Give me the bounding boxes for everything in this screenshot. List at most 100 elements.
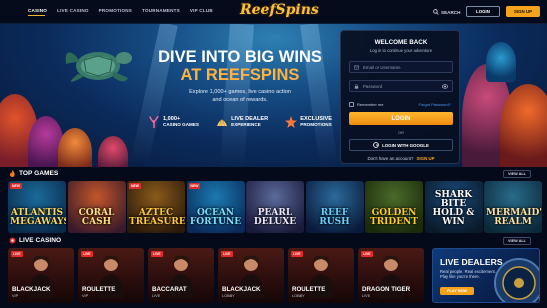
game-tile[interactable]: SHARK BITE HOLD & WIN <box>424 181 483 233</box>
live-badge: LIVE <box>151 251 163 257</box>
live-badge: LIVE <box>11 251 23 257</box>
live-badge: LIVE <box>361 251 373 257</box>
fish-decoration <box>486 42 516 82</box>
live-table-card[interactable]: LIVE DRAGON TIGER LIVE <box>358 248 424 303</box>
game-title: GOLDEN TRIDENT <box>370 208 418 227</box>
top-games-title: TOP GAMES <box>9 170 58 177</box>
game-title: AZTEC TREASURE <box>129 208 185 227</box>
search-label: SEARCH <box>441 9 461 15</box>
live-table-card[interactable]: LIVE BACCARAT LIVE <box>148 248 214 303</box>
live-table-card[interactable]: LIVE ROULETTE VIP <box>78 248 144 303</box>
feature-live-line2: EXPERIENCE <box>231 122 261 127</box>
feature-promotions: EXCLUSIVE PROMOTIONS <box>285 116 332 128</box>
game-title: ATLANTIS MEGAWAYS <box>10 208 66 227</box>
live-badge: LIVE <box>221 251 233 257</box>
game-tile[interactable]: GOLDEN TRIDENT <box>365 181 423 233</box>
game-tile[interactable]: NEW OCEAN FORTUNE <box>186 181 245 233</box>
nav-promotions[interactable]: PROMOTIONS <box>99 8 132 13</box>
nav-casino[interactable]: CASINO <box>28 8 47 13</box>
game-title: OCEAN FORTUNE <box>189 208 242 227</box>
live-table-name: BACCARAT <box>152 286 187 293</box>
hero-subtitle-line1: Explore 1,000+ games, live casino action <box>189 89 291 95</box>
checkbox-box[interactable] <box>349 102 354 107</box>
live-badge: LIVE <box>291 251 303 257</box>
game-tile[interactable]: PEARL DELUXE <box>246 181 304 233</box>
live-casino-view-all[interactable]: VIEW ALL <box>503 237 531 245</box>
top-games-label: TOP GAMES <box>19 170 59 177</box>
live-table-sub: LOBBY <box>222 294 235 298</box>
game-tile[interactable]: MERMAID'S REALM <box>484 181 542 233</box>
live-dealers-promo[interactable]: LIVE DEALERS Real people. Real excitemen… <box>432 248 540 303</box>
live-table-sub: LIVE <box>152 294 161 298</box>
google-icon <box>373 142 379 148</box>
coral-decoration <box>98 136 128 167</box>
or-divider: OR <box>398 130 404 135</box>
forgot-password-link[interactable]: Forgot Password? <box>419 102 451 107</box>
hero-title: DIVE INTO BIG WINS AT REEFSPINS <box>145 48 335 84</box>
feature-games: 1,000+ CASINO GAMES <box>148 116 199 128</box>
game-tile[interactable]: NEW ATLANTIS MEGAWAYS <box>8 181 66 233</box>
live-table-card[interactable]: LIVE ROULETTE LOBBY <box>288 248 354 303</box>
top-games-row: NEW ATLANTIS MEGAWAYS CORAL CASH NEW AZTEC T… <box>8 181 547 233</box>
live-table-name: BLACKJACK <box>12 286 51 293</box>
live-table-card[interactable]: LIVE BLACKJACK VIP <box>8 248 74 303</box>
remember-me-checkbox[interactable]: Remember me <box>349 102 383 107</box>
game-title: SHARK BITE HOLD & WIN <box>432 190 475 227</box>
live-badge: LIVE <box>81 251 93 257</box>
promo-subtitle: Real people. Real excitement. Play like … <box>440 269 496 280</box>
coral-icon <box>149 116 159 128</box>
hero-subtitle: Explore 1,000+ games, live casino action… <box>166 89 314 104</box>
live-table-sub: VIP <box>82 294 89 298</box>
google-login-button[interactable]: LOGIN WITH GOOGLE <box>349 139 453 151</box>
mail-icon <box>354 65 359 70</box>
live-casino-title: LIVE CASINO <box>9 237 61 244</box>
password-placeholder: Password <box>363 83 383 89</box>
game-title: CORAL CASH <box>78 208 115 227</box>
live-table-name: DRAGON TIGER <box>362 286 411 293</box>
game-title: PEARL DELUXE <box>253 208 297 227</box>
password-field[interactable]: Password <box>349 80 453 92</box>
coral-decoration <box>58 128 92 167</box>
live-table-sub: LIVE <box>362 294 371 298</box>
nav-tournaments[interactable]: TOURNAMENTS <box>142 8 180 13</box>
game-tile[interactable]: NEW AZTEC TREASURE <box>127 181 185 233</box>
promo-title: LIVE DEALERS <box>440 257 503 267</box>
live-table-name: ROULETTE <box>82 286 116 293</box>
login-card: WELCOME BACK Log in to continue your adv… <box>340 30 460 164</box>
search-icon <box>433 9 439 15</box>
signup-link[interactable]: SIGN UP <box>416 156 434 161</box>
fire-icon <box>10 170 15 177</box>
coral-decoration <box>500 84 547 167</box>
hero-title-line2: AT REEFSPINS <box>180 66 300 84</box>
hero-subtitle-line2: and ocean of rewards. <box>212 96 268 103</box>
live-dot-icon <box>9 237 16 244</box>
site-header: CASINO LIVE CASINO PROMOTIONS TOURNAMENT… <box>0 0 547 24</box>
no-account-text: Don't have an account? <box>367 156 414 161</box>
login-card-title: WELCOME BACK <box>374 39 428 46</box>
login-submit-button[interactable]: LOGIN <box>349 112 453 125</box>
play-now-button[interactable]: PLAY NOW <box>440 287 474 295</box>
game-tile[interactable]: CORAL CASH <box>67 181 126 233</box>
main-nav: CASINO LIVE CASINO PROMOTIONS TOURNAMENT… <box>28 8 213 13</box>
live-table-card[interactable]: LIVE BLACKJACK LOBBY <box>218 248 284 303</box>
email-placeholder: Email or Username <box>363 64 401 70</box>
site-logo[interactable]: ReefSpins <box>240 2 319 18</box>
new-badge: NEW <box>10 183 22 189</box>
signup-prompt: Don't have an account? SIGN UP <box>341 156 461 161</box>
live-casino-header: LIVE CASINO VIEW ALL <box>0 234 547 248</box>
game-tile[interactable]: REEF RUSH <box>305 181 364 233</box>
nav-live-casino[interactable]: LIVE CASINO <box>57 8 89 13</box>
eye-icon[interactable] <box>442 84 448 89</box>
top-games-view-all[interactable]: VIEW ALL <box>503 170 531 178</box>
remember-label: Remember me <box>357 102 384 107</box>
login-card-subtitle: Log in to continue your adventure <box>369 48 433 53</box>
live-table-sub: LOBBY <box>292 294 305 298</box>
live-table-name: ROULETTE <box>292 286 326 293</box>
header-login-button[interactable]: LOGIN <box>466 6 500 17</box>
email-field[interactable]: Email or Username <box>349 61 453 73</box>
header-signup-button[interactable]: SIGN UP <box>506 6 540 17</box>
top-games-header: TOP GAMES VIEW ALL <box>0 167 547 181</box>
search-button[interactable]: SEARCH <box>433 9 460 15</box>
feature-promo-line2: PROMOTIONS <box>300 122 332 127</box>
nav-vip-club[interactable]: VIP CLUB <box>190 8 213 13</box>
